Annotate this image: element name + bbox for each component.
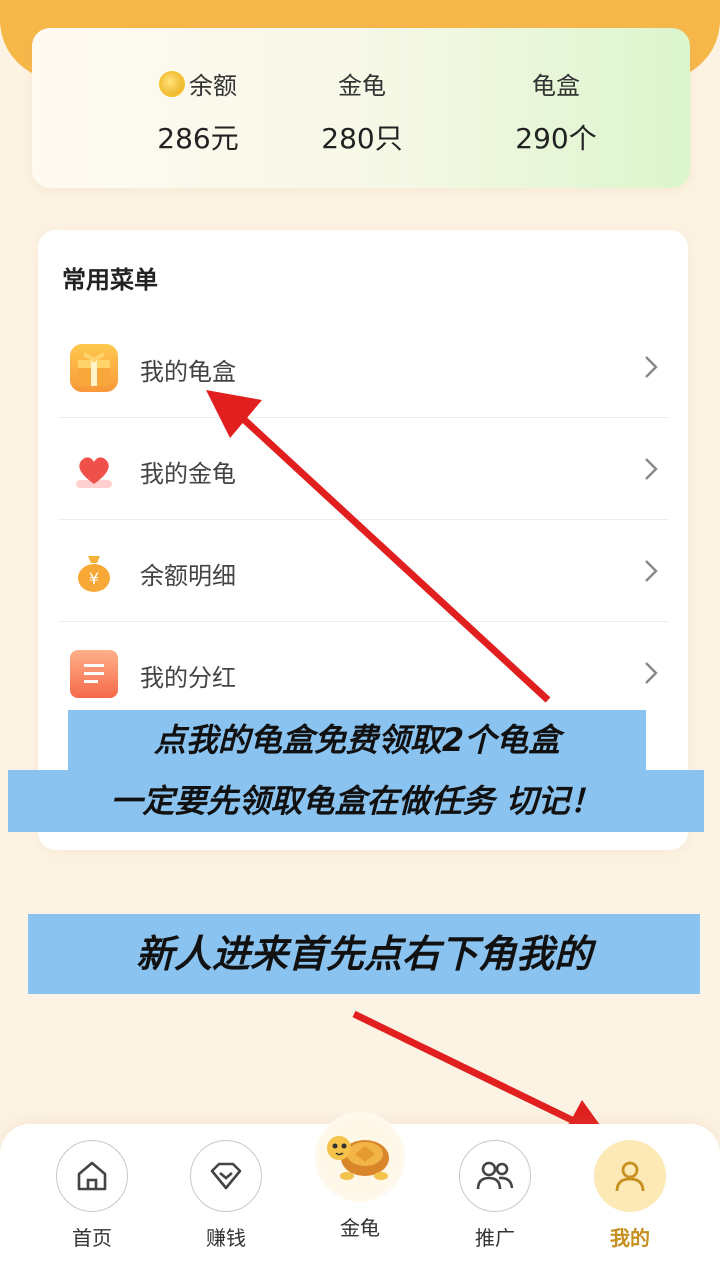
menu-item-my-dividends[interactable]: 我的分红 — [58, 624, 668, 724]
tab-label: 金龟 — [340, 1216, 380, 1240]
chevron-right-icon — [645, 356, 658, 378]
turtle-box-value: 290个 — [515, 122, 597, 155]
balance-stat[interactable]: 余额 286元 — [108, 66, 288, 157]
instruction-banner-3: 新人进来首先点右下角我的 — [28, 914, 700, 994]
stats-card: 余额 286元 金龟 280只 龟盒 290个 — [32, 28, 690, 188]
chevron-right-icon — [645, 458, 658, 480]
tab-label: 推广 — [475, 1226, 515, 1250]
tab-label: 我的 — [610, 1226, 650, 1250]
document-icon — [70, 650, 118, 698]
gift-box-icon — [70, 344, 118, 392]
bottom-tab-bar: 首页 赚钱 金龟 推广 我的 — [0, 1112, 720, 1270]
menu-item-label: 我的金龟 — [140, 460, 236, 488]
tab-mine[interactable]: 我的 — [585, 1140, 675, 1251]
arrow-to-my-tab — [352, 1010, 582, 1128]
menu-item-my-gold-turtle[interactable]: 我的金龟 — [58, 420, 668, 520]
tab-gold-turtle[interactable]: 金龟 — [315, 1112, 405, 1241]
menu-item-label: 余额明细 — [140, 562, 236, 590]
tab-label: 首页 — [72, 1226, 112, 1250]
menu-title: 常用菜单 — [62, 266, 158, 294]
chevron-right-icon — [645, 560, 658, 582]
gold-turtle-stat[interactable]: 金龟 280只 — [272, 66, 452, 157]
gold-turtle-label: 金龟 — [338, 72, 386, 100]
balance-label: 余额 — [189, 72, 237, 100]
users-icon — [476, 1161, 514, 1190]
menu-item-balance-details[interactable]: ¥ 余额明细 — [58, 522, 668, 622]
menu-item-label: 我的龟盒 — [140, 358, 236, 386]
user-icon — [615, 1161, 645, 1192]
chevron-right-icon — [645, 662, 658, 684]
diamond-icon — [210, 1162, 242, 1190]
money-bag-icon: ¥ — [70, 548, 118, 596]
balance-value: 286元 — [157, 122, 239, 155]
heart-icon — [70, 446, 118, 494]
turtle-box-label: 龟盒 — [532, 72, 580, 100]
svg-text:¥: ¥ — [89, 569, 99, 588]
turtle-box-stat[interactable]: 龟盒 290个 — [466, 66, 646, 157]
tab-promote[interactable]: 推广 — [450, 1140, 540, 1251]
home-icon — [77, 1161, 107, 1191]
instruction-banner-2: 一定要先领取龟盒在做任务 切记！ — [8, 770, 704, 832]
coin-icon — [159, 70, 185, 97]
menu-item-my-turtle-box[interactable]: 我的龟盒 — [58, 318, 668, 418]
tab-home[interactable]: 首页 — [47, 1140, 137, 1251]
tab-earn[interactable]: 赚钱 — [181, 1140, 271, 1251]
instruction-banner-1: 点我的龟盒免费领取2个龟盒 — [68, 710, 646, 770]
gold-turtle-value: 280只 — [321, 122, 403, 155]
tab-label: 赚钱 — [206, 1226, 246, 1250]
turtle-icon — [327, 1136, 389, 1180]
menu-item-label: 我的分红 — [140, 664, 236, 692]
